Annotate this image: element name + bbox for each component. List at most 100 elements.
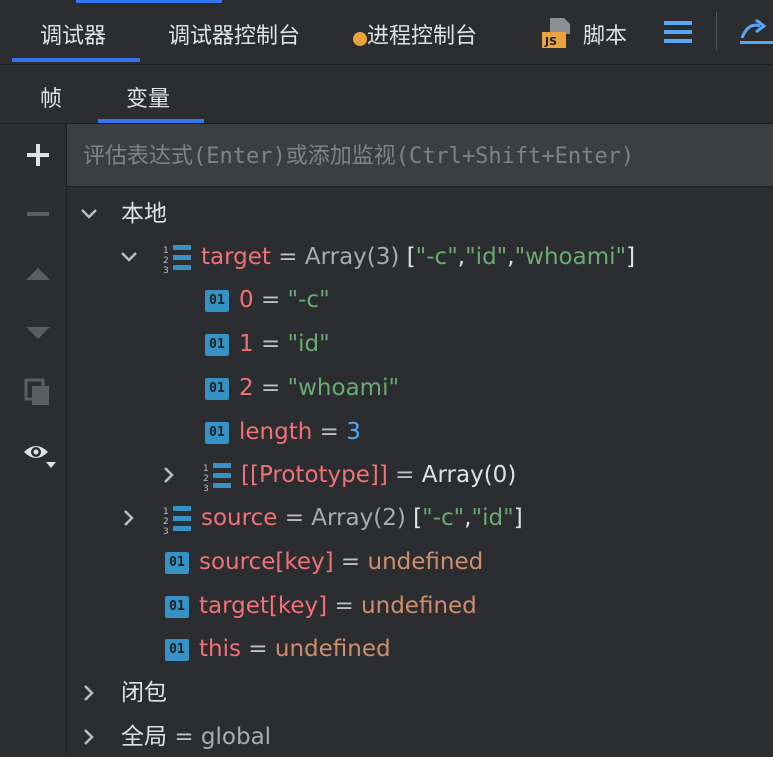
tree-row-item[interactable]: 01 0 = "-c" <box>205 280 330 320</box>
var-value: undefined <box>274 636 391 662</box>
tree-row-closure[interactable]: 闭包 <box>67 673 767 713</box>
svg-text:3: 3 <box>203 484 209 491</box>
svg-text:3: 3 <box>163 266 169 273</box>
preview-value: "whoami" <box>514 244 627 270</box>
svg-text:1: 1 <box>203 464 209 474</box>
copy-icon[interactable] <box>22 376 54 408</box>
var-name: length <box>239 419 313 445</box>
variables-panel: 本地 1 2 3 target = Array(3) ["-c","id","w… <box>67 124 773 754</box>
primitive-value-icon: 01 <box>205 289 229 312</box>
equals-sign: = <box>174 724 194 750</box>
equals-sign: = <box>278 244 298 270</box>
hamburger-menu-icon[interactable] <box>664 20 692 44</box>
chevron-right-icon[interactable] <box>119 508 139 528</box>
tab-debugger-console[interactable]: 调试器控制台 <box>168 18 300 50</box>
svg-text:1: 1 <box>163 507 169 517</box>
svg-text:2: 2 <box>163 517 169 527</box>
preview-bracket-open: [ <box>406 244 416 270</box>
var-name: 1 <box>239 331 254 357</box>
var-name: 2 <box>239 375 254 401</box>
var-name: 0 <box>239 287 254 313</box>
preview-value: "id" <box>471 505 514 531</box>
tree-row-variable[interactable]: 01 this = undefined <box>165 629 391 669</box>
preview-value: "-c" <box>422 505 465 531</box>
scope-label-local: 本地 <box>121 201 167 227</box>
primitive-value-icon: 01 <box>165 595 189 618</box>
var-name: target[key] <box>199 593 328 619</box>
svg-text:1: 1 <box>163 246 169 256</box>
tree-row-source[interactable]: 1 2 3 source = Array(2) ["-c","id"] <box>67 498 767 538</box>
tab-debugger[interactable]: 调试器 <box>40 18 106 50</box>
preview-separator: , <box>464 505 472 531</box>
step-over-icon[interactable] <box>738 16 773 46</box>
tab-frames[interactable]: 帧 <box>40 81 62 113</box>
preview-bracket-open: [ <box>413 505 423 531</box>
var-name: target <box>201 244 271 270</box>
evaluate-expression-input[interactable] <box>81 138 765 174</box>
tab-scripts[interactable]: 脚本 <box>583 18 627 50</box>
var-type: Array(3) <box>304 244 400 270</box>
equals-sign: = <box>260 331 281 357</box>
active-subtab-underline <box>98 119 204 123</box>
var-value: "whoami" <box>287 375 400 401</box>
svg-text:2: 2 <box>203 474 209 484</box>
move-up-icon[interactable] <box>22 258 54 290</box>
equals-sign: = <box>284 505 304 531</box>
equals-sign: = <box>319 419 339 445</box>
scope-label-closure: 闭包 <box>121 680 167 706</box>
variables-side-toolbar <box>0 124 67 754</box>
var-name: source <box>201 505 278 531</box>
var-value: Array(0) <box>421 462 517 488</box>
tree-row-target[interactable]: 1 2 3 target = Array(3) ["-c","id","whoa… <box>67 237 767 277</box>
remove-watch-icon[interactable] <box>22 198 54 230</box>
primitive-value-icon: 01 <box>165 551 189 574</box>
var-value: global <box>200 724 272 750</box>
preview-value: "-c" <box>415 244 458 270</box>
active-tab-underline <box>12 58 140 62</box>
toolbar-divider <box>716 12 717 50</box>
var-name: source[key] <box>199 549 334 575</box>
chevron-right-icon[interactable] <box>159 465 179 485</box>
svg-text:3: 3 <box>163 527 169 534</box>
tree-row-item[interactable]: 01 length = 3 <box>205 412 361 452</box>
chevron-down-icon[interactable] <box>119 247 139 267</box>
tab-process-console[interactable]: 进程控制台 <box>367 18 477 50</box>
var-name: [[Prototype]] <box>241 462 388 488</box>
chevron-right-icon[interactable] <box>79 683 99 703</box>
watch-eye-icon[interactable] <box>22 438 56 470</box>
debug-subtabs: 帧 变量 <box>0 65 773 124</box>
primitive-value-icon: 01 <box>165 638 189 661</box>
svg-text:JS: JS <box>544 35 557 48</box>
tree-row-local[interactable]: 本地 <box>67 194 767 234</box>
move-down-icon[interactable] <box>22 317 54 349</box>
tree-row-global[interactable]: 全局 = global <box>67 717 767 757</box>
var-value: 3 <box>346 419 361 445</box>
debug-tool-window-header: 调试器 调试器控制台 进程控制台 JS 脚本 <box>0 0 773 65</box>
tree-row-item[interactable]: 01 2 = "whoami" <box>205 368 399 408</box>
scope-label-global: 全局 <box>121 724 167 750</box>
var-type: Array(2) <box>311 505 406 531</box>
equals-sign: = <box>260 375 281 401</box>
add-watch-icon[interactable] <box>22 139 54 171</box>
tree-row-prototype[interactable]: 1 2 3 [[Prototype]] = Array(0) <box>67 455 767 495</box>
js-script-icon: JS <box>542 16 574 48</box>
evaluate-bar <box>67 124 773 187</box>
preview-separator: , <box>507 244 515 270</box>
chevron-down-icon[interactable] <box>79 204 99 224</box>
equals-sign: = <box>260 287 281 313</box>
tree-row-variable[interactable]: 01 source[key] = undefined <box>165 542 483 582</box>
preview-bracket-close: ] <box>513 505 523 531</box>
tab-variables[interactable]: 变量 <box>126 81 170 113</box>
warning-dot-icon <box>353 32 367 46</box>
equals-sign: = <box>340 549 361 575</box>
chevron-right-icon[interactable] <box>79 727 99 747</box>
equals-sign: = <box>334 593 354 619</box>
active-indicator-strip <box>76 0 222 3</box>
array-icon: 1 2 3 <box>163 505 191 534</box>
array-icon: 1 2 3 <box>163 244 191 273</box>
tree-row-item[interactable]: 01 1 = "id" <box>205 324 330 364</box>
var-value: undefined <box>361 593 477 619</box>
primitive-value-icon: 01 <box>205 333 229 356</box>
var-value: undefined <box>367 549 484 575</box>
tree-row-variable[interactable]: 01 target[key] = undefined <box>165 586 477 626</box>
